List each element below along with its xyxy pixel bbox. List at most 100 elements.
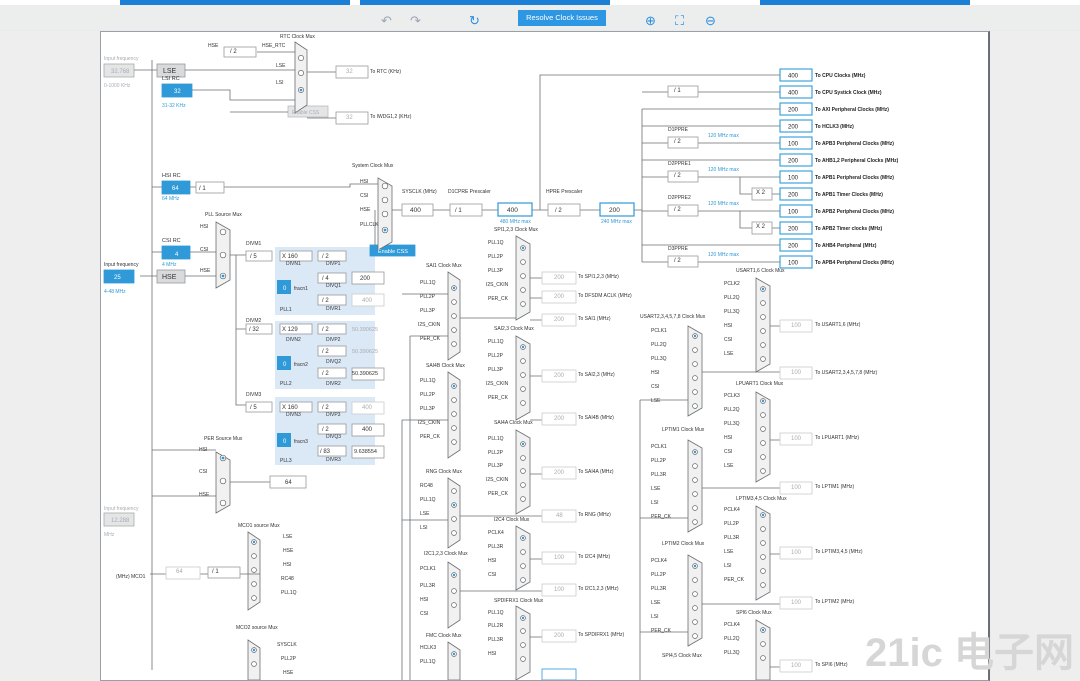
diagram-label: 480 MHz max — [500, 219, 531, 225]
output-frequency-value: 100 — [788, 176, 799, 182]
diagram-label: / 4 — [322, 276, 329, 282]
diagram-label: D2PPRE1 — [668, 161, 691, 167]
diagram-label: To USART1,6 (MHz) — [815, 322, 861, 328]
diagram-label: SPI1,2,3 Clock Mux — [494, 227, 538, 233]
diagram-label: CSI RC — [162, 238, 181, 244]
diagram-label: / 1 — [455, 208, 462, 214]
diagram-label: CSI — [724, 337, 732, 343]
diagram-label: 200 — [554, 294, 565, 300]
diagram-label: PLLCLK — [360, 222, 379, 228]
output-clock-label: To HCLK3 (MHz) — [815, 124, 854, 130]
diagram-label: LSI RC — [162, 76, 180, 82]
diagram-label: PLL1 — [280, 307, 292, 313]
diagram-label: LSE — [651, 600, 661, 606]
diagram-label: RNG Clock Mux — [426, 469, 462, 475]
diagram-label: PLL2Q — [651, 342, 667, 348]
diagram-label: PLL2P — [488, 450, 504, 456]
diagram-label: 64 MHz — [162, 196, 180, 202]
diagram-label: To RNG (MHz) — [578, 512, 611, 518]
diagram-label: fracn3 — [294, 439, 308, 445]
diagram-label: RC48 — [281, 576, 294, 582]
diagram-label: PER_CK — [420, 434, 441, 440]
diagram-label: HSI — [283, 562, 291, 568]
diagram-label: HSI — [420, 597, 428, 603]
diagram-label: 400 — [362, 405, 373, 411]
diagram-label: DIVN3 — [286, 412, 301, 418]
output-frequency-value: 200 — [788, 244, 799, 250]
diagram-label: PLL1Q — [420, 659, 436, 665]
diagram-label: PER_CK — [724, 577, 745, 583]
diagram-label: D1PPRE — [668, 127, 689, 133]
diagram-label: LSE — [163, 68, 177, 75]
output-clock-label: To APB2 Peripheral Clocks (MHz) — [815, 209, 894, 215]
diagram-label: PLL2P — [420, 392, 436, 398]
diagram-label: DIVQ3 — [326, 434, 341, 440]
diagram-label: HSI — [488, 651, 496, 657]
diagram-label: I2C1,2,3 Clock Mux — [424, 551, 468, 557]
diagram-label: DIVR1 — [326, 306, 341, 312]
diagram-label: PLL1Q — [488, 610, 504, 616]
diagram-label: CSI — [420, 611, 428, 617]
diagram-label: CSI — [199, 469, 207, 475]
diagram-label: / 2 — [322, 405, 329, 411]
diagram-label: PER_CK — [488, 491, 509, 497]
diagram-label: I2S_CKIN — [418, 322, 441, 328]
diagram-label: HSE — [162, 274, 177, 281]
diagram-label: 32 — [346, 69, 353, 75]
diagram-label: 9.638554 — [354, 449, 377, 455]
diagram-label: DIVP3 — [326, 412, 341, 418]
diagram-label: PLL2P — [488, 353, 504, 359]
diagram-label: 100 — [554, 555, 565, 561]
output-clock-label: To APB3 Peripheral Clocks (MHz) — [815, 141, 894, 147]
output-clock-label: To APB1 Peripheral Clocks (MHz) — [815, 175, 894, 181]
diagram-label: 32 — [174, 89, 181, 95]
diagram-label: DIVR2 — [326, 381, 341, 387]
diagram-label: SPI6 Clock Mux — [736, 610, 772, 616]
diagram-label: DIVQ2 — [326, 359, 341, 365]
diagram-label: LSI — [420, 525, 428, 531]
diagram-label: LPTIM2 Clock Mux — [662, 541, 705, 547]
output-frequency-value: 100 — [788, 142, 799, 148]
diagram-label: LSE — [651, 398, 661, 404]
diagram-label: 200 — [360, 276, 371, 282]
diagram-label: / 2 — [322, 254, 329, 260]
diagram-label: HPRE Prescaler — [546, 189, 583, 195]
output-frequency-value: 200 — [788, 108, 799, 114]
diagram-label: HSE — [208, 43, 219, 49]
diagram-label: LSI — [651, 500, 659, 506]
diagram-label: fracn2 — [294, 362, 308, 368]
diagram-label: HSI — [199, 447, 207, 453]
diagram-label: / 2 — [322, 371, 329, 377]
diagram-label: PLL Source Mux — [205, 212, 242, 218]
diagram-label: To LPTIM1 (MHz) — [815, 484, 855, 490]
output-clock-label: To APB4 Peripheral Clocks (MHz) — [815, 260, 894, 266]
output-clock-label: To AHB4 Peripheral (MHz) — [815, 243, 877, 249]
diagram-label: LSE — [724, 549, 734, 555]
diagram-label: 64 — [172, 186, 179, 192]
diagram-label: / 5 — [250, 254, 257, 260]
diagram-label: 50.390625 — [352, 349, 378, 355]
diagram-label: / 5 — [250, 405, 257, 411]
diagram-label: / 2 — [322, 298, 329, 304]
diagram-label: 48 — [556, 513, 563, 519]
diagram-label: I2S_CKIN — [486, 381, 509, 387]
diagram-label: PLL3R — [488, 544, 504, 550]
output-clock-label: To CPU Clocks (MHz) — [815, 73, 866, 79]
diagram-label: 400 — [362, 427, 373, 433]
diagram-label: PLL3Q — [724, 309, 740, 315]
diagram-label: PLL3P — [488, 268, 504, 274]
diagram-label: / 2 — [674, 207, 681, 213]
diagram-label: Input frequency — [104, 506, 139, 512]
diagram-label: To LPTIM2 (MHz) — [815, 599, 855, 605]
diagram-label: 200 — [554, 275, 565, 281]
diagram-label: CSI — [488, 572, 496, 578]
diagram-label: To RTC (KHz) — [370, 69, 401, 75]
diagram-label: 100 — [791, 436, 802, 442]
diagram-label: 200 — [554, 317, 565, 323]
diagram-label: LSE — [283, 534, 293, 540]
diagram-label: MCO2 source Mux — [236, 625, 278, 631]
diagram-label: PCLK1 — [420, 566, 436, 572]
diagram-label: 4 MHz — [162, 262, 177, 268]
diagram-label: HSE — [200, 268, 211, 274]
diagram-label: RC48 — [420, 483, 433, 489]
